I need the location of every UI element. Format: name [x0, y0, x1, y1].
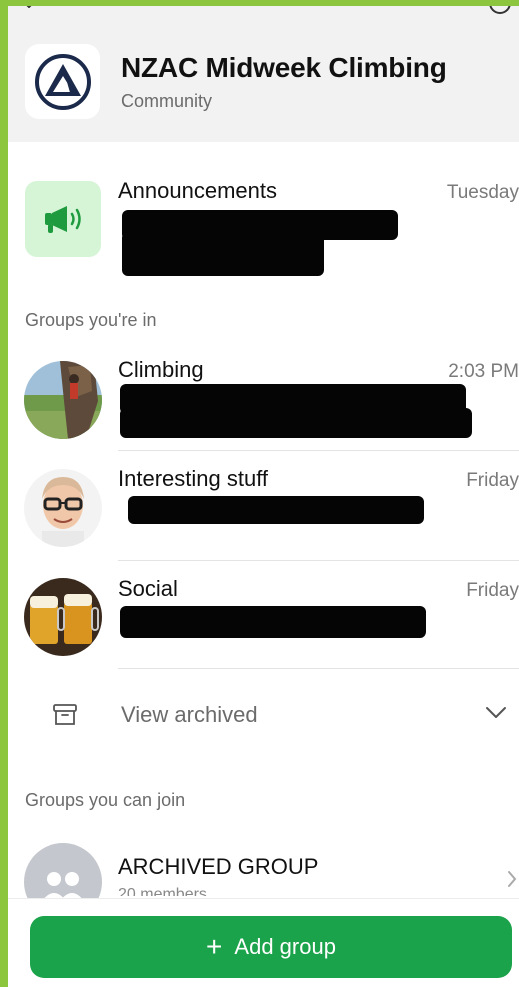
group-time: Friday [466, 580, 519, 601]
archive-icon [53, 704, 77, 725]
community-header: NZAC Midweek Climbing Community [8, 6, 519, 142]
redacted-preview [120, 408, 472, 438]
view-archived-label: View archived [121, 702, 258, 727]
status-chevron-icon [26, 6, 32, 8]
plus-icon: + [206, 931, 223, 962]
group-title: Interesting stuff [118, 466, 269, 491]
beer-photo-icon [24, 578, 102, 656]
chevron-right-icon [508, 871, 517, 887]
app-screen: NZAC Midweek Climbing Community Announce… [8, 6, 519, 987]
add-group-label: Add group [234, 934, 336, 959]
chevron-down-icon [486, 707, 506, 718]
announcements-title: Announcements [118, 178, 277, 203]
redacted-preview [120, 606, 426, 638]
announcements-icon-box [25, 181, 101, 257]
megaphone-icon [45, 206, 81, 233]
divider [118, 560, 519, 561]
avatar [24, 361, 102, 439]
bottom-bar: + Add group [8, 898, 519, 987]
community-logo[interactable] [25, 44, 100, 119]
triangle-logo-icon [34, 53, 91, 110]
announcements-time: Tuesday [446, 182, 519, 203]
avatar [24, 469, 102, 547]
join-group-title: ARCHIVED GROUP [118, 854, 319, 879]
redacted-preview [122, 232, 324, 276]
group-title: Climbing [118, 357, 204, 382]
community-title[interactable]: NZAC Midweek Climbing [121, 52, 447, 84]
divider [118, 450, 519, 451]
community-subtitle: Community [121, 91, 213, 111]
section-label-groups-join: Groups you can join [25, 790, 186, 810]
avatar [24, 578, 102, 656]
group-time: Friday [466, 470, 519, 491]
divider [118, 668, 519, 669]
redacted-preview [128, 496, 424, 524]
section-label-groups-in: Groups you're in [25, 310, 157, 330]
status-circle-icon [489, 6, 511, 14]
climber-photo-icon [24, 361, 102, 439]
group-time: 2:03 PM [448, 361, 519, 382]
person-photo-icon [24, 469, 102, 547]
view-archived-row[interactable]: View archived [8, 690, 519, 740]
add-group-button[interactable]: + Add group [30, 916, 512, 978]
join-group-members: 20 members [118, 886, 207, 896]
group-title: Social [118, 576, 178, 601]
